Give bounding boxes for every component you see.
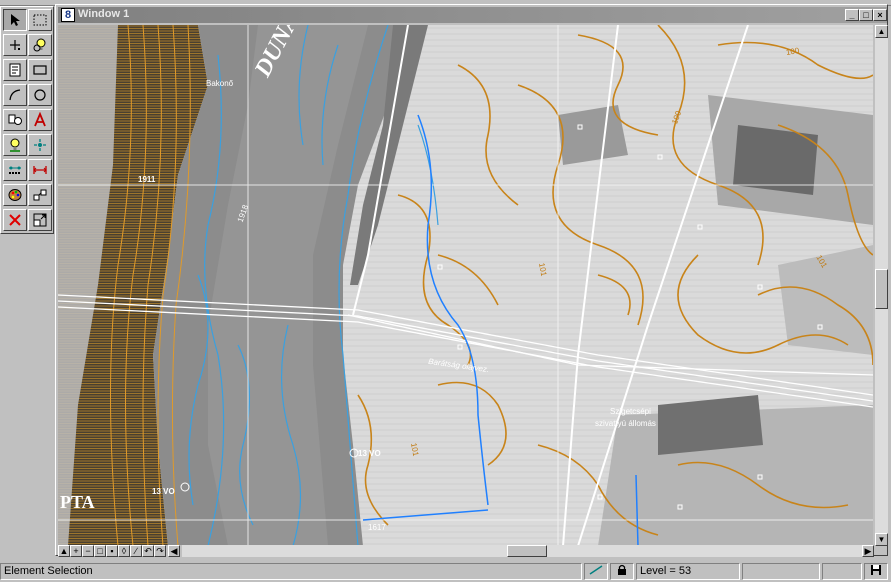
dimension-tool[interactable] <box>3 159 27 181</box>
document-cell-icon <box>9 63 21 77</box>
place-cell-tool[interactable] <box>3 59 27 81</box>
place-point-tool[interactable] <box>3 34 27 56</box>
snap-point-icon <box>34 139 46 151</box>
lock-icon <box>618 564 626 575</box>
dimension-icon <box>9 166 21 174</box>
status-panel-empty-1 <box>742 563 820 580</box>
arrow-cursor-icon <box>11 14 20 26</box>
display-info-tool[interactable] <box>28 34 52 56</box>
rotate-view-button[interactable]: ◊ <box>118 545 130 557</box>
station-label-2: szivattyú állomás <box>595 419 656 428</box>
vertical-scroll-thumb[interactable] <box>875 269 888 309</box>
chevron-right-icon: ▶ <box>864 546 872 556</box>
fit-view-button[interactable]: ▪ <box>106 545 118 557</box>
snap-line-icon <box>589 565 603 575</box>
save-design-button[interactable] <box>864 563 888 580</box>
lock-toggle[interactable] <box>610 563 634 580</box>
crosshair-icon <box>10 40 20 50</box>
view-next-icon: ↷ <box>156 546 164 556</box>
view-next-button[interactable]: ↷ <box>154 545 166 557</box>
orthophoto-map <box>58 25 873 546</box>
update-view-button[interactable]: ▲ <box>58 545 70 557</box>
fit-view-icon: ▪ <box>110 546 114 556</box>
measure-tool[interactable] <box>28 159 52 181</box>
update-view-icon: ▲ <box>59 546 69 556</box>
minimize-button[interactable]: _ <box>845 9 859 21</box>
measure-icon <box>33 166 47 174</box>
station-label-1: Szigetcsépi <box>610 407 651 416</box>
level-indicator[interactable]: Level = 53 <box>636 563 740 580</box>
vertical-scrollbar[interactable]: ▲ ▼ <box>875 25 888 546</box>
group-boxes-icon <box>33 189 47 201</box>
copy-element-tool[interactable] <box>3 109 27 131</box>
lightbulb-ring-icon <box>33 38 46 52</box>
horizontal-scroll-track[interactable] <box>182 545 872 557</box>
palette-tool[interactable] <box>3 184 27 206</box>
view-window: 8 Window 1 _ □ × DUNA Bakonő PTA Barátsá… <box>55 4 888 557</box>
pan-view-button[interactable]: ∕ <box>130 545 142 557</box>
delete-element-tool[interactable] <box>3 209 27 231</box>
fence-tool[interactable] <box>28 9 52 31</box>
snap-tool[interactable] <box>28 134 52 156</box>
group-tool[interactable] <box>28 184 52 206</box>
element-selection-tool[interactable] <box>3 9 27 31</box>
view-previous-icon: ↶ <box>144 546 152 556</box>
pan-view-icon: ∕ <box>135 546 137 556</box>
main-tool-palette <box>0 6 54 234</box>
light-tool[interactable] <box>3 134 27 156</box>
scroll-down-button[interactable]: ▼ <box>875 533 888 546</box>
map-view-canvas[interactable]: DUNA Bakonő PTA Barátság olajvez. Sziget… <box>58 25 873 546</box>
lightbulb-icon <box>10 138 20 152</box>
place-arc-tool[interactable] <box>3 84 27 106</box>
text-a-icon <box>34 112 46 127</box>
floppy-disk-icon <box>871 565 881 575</box>
point-label-b: 13 VO <box>358 449 381 458</box>
elevation-label-2: 1617 <box>368 523 386 532</box>
tentative-snap-indicator[interactable] <box>584 563 608 580</box>
scroll-up-button[interactable]: ▲ <box>875 25 888 38</box>
close-button[interactable]: × <box>873 9 887 21</box>
status-panel-empty-2 <box>822 563 862 580</box>
place-label-bottom-left: PTA <box>60 492 95 512</box>
view-control-bar: ▲ + − □ ▪ ◊ ∕ ↶ ↷ ◀ ▶ <box>58 545 874 557</box>
app-logo-icon[interactable]: 8 <box>61 8 75 22</box>
zoom-out-button[interactable]: − <box>82 545 94 557</box>
horizontal-scroll-thumb[interactable] <box>507 545 547 557</box>
scale-boxes-icon <box>33 213 47 227</box>
arc-icon <box>9 89 21 101</box>
scroll-left-button[interactable]: ◀ <box>168 545 180 557</box>
maximize-button[interactable]: □ <box>859 9 873 21</box>
window-title: Window 1 <box>78 8 130 20</box>
zoom-in-button[interactable]: + <box>70 545 82 557</box>
scale-tool[interactable] <box>28 209 52 231</box>
zoom-out-icon: − <box>85 546 91 556</box>
rotate-view-icon: ◊ <box>121 546 127 556</box>
color-palette-icon <box>8 189 22 201</box>
circle-icon <box>34 89 46 101</box>
window-title-bar[interactable]: 8 Window 1 _ □ × <box>58 7 887 23</box>
status-message: Element Selection <box>0 563 582 580</box>
view-previous-button[interactable]: ↶ <box>142 545 154 557</box>
place-label-top: Bakonő <box>206 79 234 88</box>
marker-label: 1911 <box>138 175 156 184</box>
status-bar: Element Selection Level = 53 <box>0 560 891 582</box>
window-area-button[interactable]: □ <box>94 545 106 557</box>
point-label-a: 13 VO <box>152 487 175 496</box>
copy-shapes-icon <box>8 114 22 125</box>
rectangle-icon <box>33 65 47 75</box>
place-circle-tool[interactable] <box>28 84 52 106</box>
chevron-left-icon: ◀ <box>170 546 178 556</box>
place-block-tool[interactable] <box>28 59 52 81</box>
zoom-in-icon: + <box>73 546 79 556</box>
dotted-rectangle-icon <box>33 14 47 26</box>
delete-x-icon <box>9 214 21 226</box>
place-text-tool[interactable] <box>28 109 52 131</box>
window-area-icon: □ <box>97 546 103 556</box>
scroll-right-button[interactable]: ▶ <box>862 545 874 557</box>
